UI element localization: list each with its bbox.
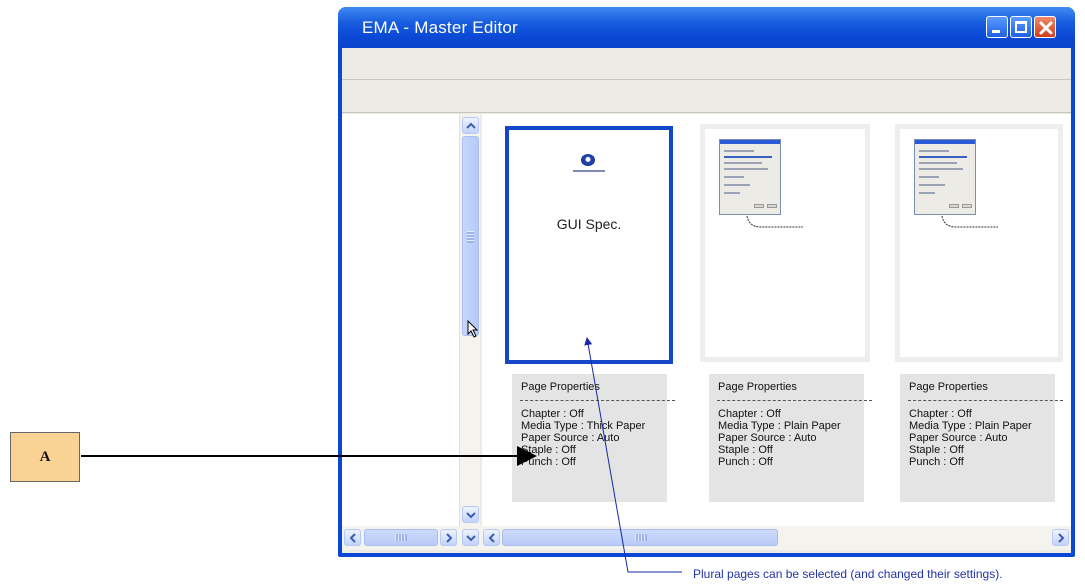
note-arrow xyxy=(584,337,682,573)
selection-note: Plural pages can be selected (and change… xyxy=(693,567,1003,581)
annotation-arrows xyxy=(81,337,682,573)
